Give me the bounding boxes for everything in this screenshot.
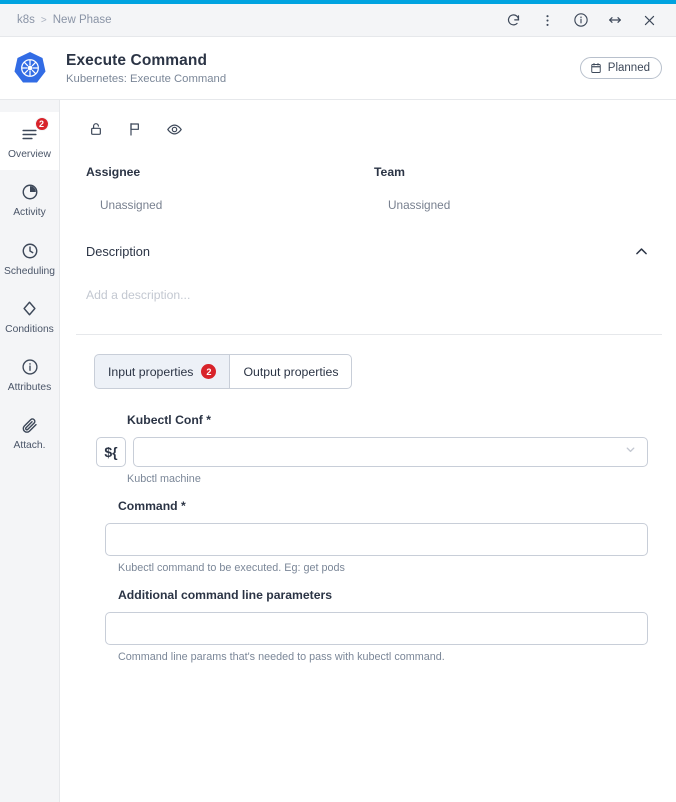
status-badge-label: Planned (607, 62, 650, 74)
app-window: k8s > New Phase Execute Command Kubernet… (0, 0, 676, 802)
kubectl-conf-select[interactable] (133, 437, 648, 467)
calendar-icon (590, 62, 602, 74)
field-label-text: Kubectl Conf (127, 413, 203, 427)
window-chrome: k8s > New Phase (0, 4, 676, 37)
tab-badge: 2 (201, 364, 217, 379)
command-input[interactable] (105, 523, 648, 556)
pie-clock-icon (19, 181, 41, 203)
field-helper: Kubctl machine (127, 473, 201, 485)
main-content: Assignee Unassigned Team Unassigned Desc… (60, 100, 676, 802)
sidebar-item-scheduling[interactable]: Scheduling (0, 229, 59, 287)
breadcrumb-root[interactable]: k8s (17, 14, 35, 26)
page-header: Execute Command Kubernetes: Execute Comm… (0, 37, 676, 100)
refresh-icon[interactable] (504, 11, 522, 29)
field-label: Kubectl Conf * (127, 413, 648, 427)
sidebar-item-label: Attributes (7, 382, 52, 394)
main-padding: Assignee Unassigned Team Unassigned Desc… (60, 100, 676, 663)
field-row (105, 523, 648, 556)
sidebar-item-attributes[interactable]: Attributes (0, 345, 59, 403)
info-circle-icon[interactable] (572, 11, 590, 29)
info-circle-icon (19, 356, 41, 378)
sidebar-item-overview[interactable]: 2 Overview (0, 112, 59, 171)
sidebar-item-label: Attach. (13, 440, 46, 452)
status-badge[interactable]: Planned (579, 57, 662, 79)
field-helper: Command line params that's needed to pas… (118, 651, 445, 663)
header-text: Execute Command Kubernetes: Execute Comm… (66, 52, 580, 85)
input-wrapper (133, 437, 648, 467)
description-input[interactable]: Add a description... (76, 262, 662, 302)
team-label: Team (374, 165, 405, 179)
field-label: Additional command line parameters (118, 588, 648, 602)
page-subtitle: Kubernetes: Execute Command (66, 72, 227, 85)
team-value[interactable]: Unassigned (374, 198, 662, 212)
field-label-text: Additional command line parameters (118, 588, 333, 602)
diamond-icon (19, 298, 41, 320)
sidebar-item-label: Conditions (5, 323, 54, 335)
breadcrumb[interactable]: k8s > New Phase (17, 14, 112, 26)
description-title: Description (86, 243, 151, 259)
eye-icon[interactable] (164, 119, 184, 139)
additional-params-input[interactable] (105, 612, 648, 645)
sidebar-item-label: Scheduling (4, 265, 55, 277)
field-helper: Kubectl command to be executed. Eg: get … (118, 562, 345, 574)
field-label: Command * (118, 499, 648, 513)
field-row (105, 612, 648, 645)
breadcrumb-separator: > (40, 14, 47, 26)
assignee-block: Assignee Unassigned (86, 165, 374, 212)
clock-icon (19, 240, 41, 262)
tab-output-properties[interactable]: Output properties (229, 354, 353, 389)
team-block: Team Unassigned (374, 165, 662, 212)
section-divider (76, 334, 662, 335)
required-marker: * (180, 499, 186, 513)
sidebar-item-attachments[interactable]: Attach. (0, 403, 59, 461)
kubernetes-logo (10, 48, 50, 88)
field-label-text: Command (118, 499, 178, 513)
input-wrapper (105, 612, 648, 645)
variable-insert-button[interactable]: ${ (96, 437, 126, 467)
app-body: 2 Overview Activity Scheduling Condition… (0, 100, 676, 802)
breadcrumb-current[interactable]: New Phase (53, 14, 112, 26)
properties-form: Kubectl Conf * ${Kubctl machine Command… (76, 389, 662, 663)
tab-input-properties[interactable]: Input properties 2 (94, 354, 230, 389)
field-command: Command * Kubectl command to be executed… (96, 499, 648, 574)
field-kubectl-conf: Kubectl Conf * ${Kubctl machine (96, 413, 648, 485)
item-toolbar (76, 116, 662, 139)
tab-label: Input properties (108, 364, 194, 379)
sidebar-item-activity[interactable]: Activity (0, 170, 59, 228)
window-actions (504, 11, 666, 29)
chevron-up-icon[interactable] (630, 240, 652, 262)
arrows-horizontal-icon[interactable] (606, 11, 624, 29)
more-vertical-icon[interactable] (538, 11, 556, 29)
close-icon[interactable] (640, 11, 658, 29)
field-additional-params: Additional command line parameters Comma… (96, 588, 648, 663)
sidebar: 2 Overview Activity Scheduling Condition… (0, 100, 60, 802)
lock-icon[interactable] (86, 119, 106, 139)
required-marker: * (206, 413, 211, 427)
properties-tabs: Input properties 2 Output properties (94, 354, 353, 389)
tab-label: Output properties (243, 364, 339, 379)
assignee-label: Assignee (86, 165, 141, 179)
list-icon: 2 (19, 117, 49, 145)
flag-icon[interactable] (125, 119, 145, 139)
sidebar-item-conditions[interactable]: Conditions (0, 287, 59, 345)
paperclip-icon (19, 414, 41, 436)
sidebar-item-label: Overview (8, 149, 51, 160)
sidebar-item-label: Activity (13, 207, 46, 219)
meta-row: Assignee Unassigned Team Unassigned (76, 139, 662, 212)
field-row: ${ (96, 437, 648, 467)
sidebar-badge-overview: 2 (34, 117, 49, 131)
assignee-value[interactable]: Unassigned (86, 198, 374, 212)
page-title: Execute Command (66, 51, 208, 69)
input-wrapper (105, 523, 648, 556)
description-header: Description (76, 212, 662, 262)
